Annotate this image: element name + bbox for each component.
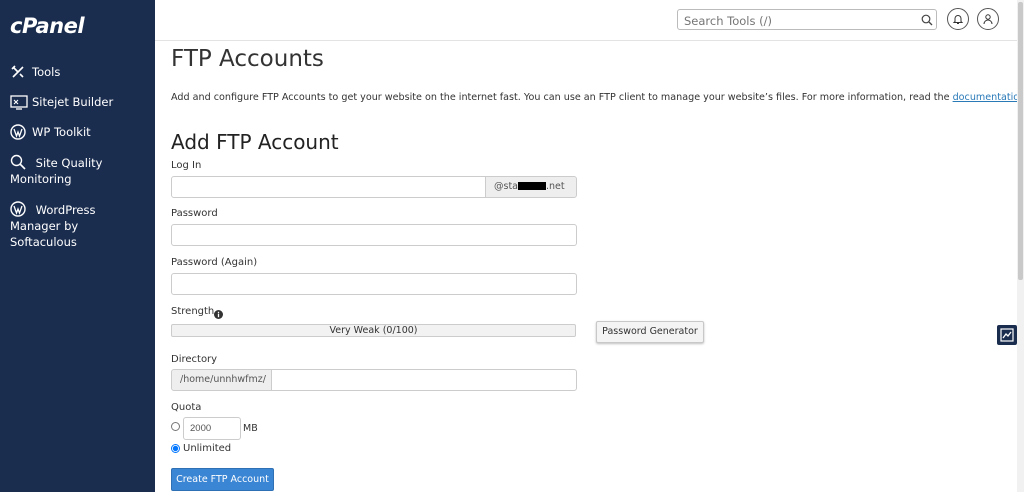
password-generator-button[interactable]: Password Generator: [596, 321, 704, 343]
password-again-label: Password (Again): [171, 257, 258, 268]
sidebar-item-sitejet-builder[interactable]: Sitejet Builder: [0, 92, 155, 112]
sidebar-item-label: Tools: [32, 65, 61, 79]
cpanel-logo[interactable]: cPanel: [10, 14, 85, 38]
domain-prefix: @sta: [494, 181, 518, 192]
wordpress-icon: [10, 124, 28, 140]
info-icon[interactable]: [214, 306, 223, 319]
page-title: FTP Accounts: [171, 46, 324, 72]
stats-button[interactable]: [997, 325, 1017, 345]
login-input[interactable]: [171, 176, 486, 198]
sidebar-item-site-quality-monitoring[interactable]: Site Quality Monitoring: [0, 152, 155, 189]
quota-input[interactable]: [183, 417, 241, 440]
domain-suffix: .net: [546, 181, 565, 192]
sidebar-item-wp-toolkit[interactable]: WP Toolkit: [0, 122, 155, 142]
redaction-mark: [518, 182, 546, 190]
sidebar-item-tools[interactable]: Tools: [0, 62, 155, 82]
directory-prefix: /home/unnhwfmz/: [171, 369, 272, 391]
quota-unlimited-radio[interactable]: [171, 444, 180, 453]
page-description: Add and configure FTP Accounts to get yo…: [171, 92, 1024, 103]
strength-label: Strength: [171, 306, 215, 317]
tools-icon: [10, 64, 28, 80]
login-label: Log In: [171, 160, 202, 171]
domain-addon: @sta .net: [485, 176, 577, 198]
wordpress-icon: [10, 201, 28, 217]
scrollbar-thumb[interactable]: [1018, 2, 1023, 280]
search-icon[interactable]: [921, 13, 933, 26]
notifications-button[interactable]: [947, 8, 969, 30]
user-menu-button[interactable]: [977, 8, 999, 30]
top-bar: [155, 0, 1017, 41]
chart-icon: [997, 328, 1017, 349]
directory-label: Directory: [171, 354, 218, 365]
quota-unit: MB: [243, 423, 258, 434]
sidebar-nav: Tools Sitejet Builder WP Toolkit Site Qu…: [0, 62, 155, 262]
magnifier-icon: [10, 154, 28, 170]
password-input[interactable]: [171, 224, 577, 246]
password-again-input[interactable]: [171, 273, 577, 295]
create-ftp-account-button[interactable]: Create FTP Account: [171, 468, 274, 491]
sidebar-item-label: Sitejet Builder: [32, 95, 114, 109]
section-title: Add FTP Account: [171, 130, 339, 154]
intro-text: Add and configure FTP Accounts to get yo…: [171, 92, 953, 103]
password-label: Password: [171, 208, 218, 219]
unlimited-label: Unlimited: [183, 443, 232, 454]
quota-limited-radio[interactable]: [171, 422, 180, 431]
page-scrollbar[interactable]: [1017, 0, 1024, 492]
sidebar: cPanel Tools Sitejet Builder WP Toolkit …: [0, 0, 155, 492]
search-input[interactable]: [677, 9, 937, 30]
directory-input[interactable]: [271, 369, 577, 391]
documentation-link[interactable]: documentation: [953, 92, 1024, 103]
quota-label: Quota: [171, 402, 202, 413]
password-strength-meter: Very Weak (0/100): [171, 324, 576, 337]
sitejet-icon: [10, 94, 28, 110]
sidebar-item-wordpress-manager[interactable]: WordPress Manager by Softaculous: [0, 199, 155, 252]
sidebar-item-label: WP Toolkit: [32, 125, 91, 139]
